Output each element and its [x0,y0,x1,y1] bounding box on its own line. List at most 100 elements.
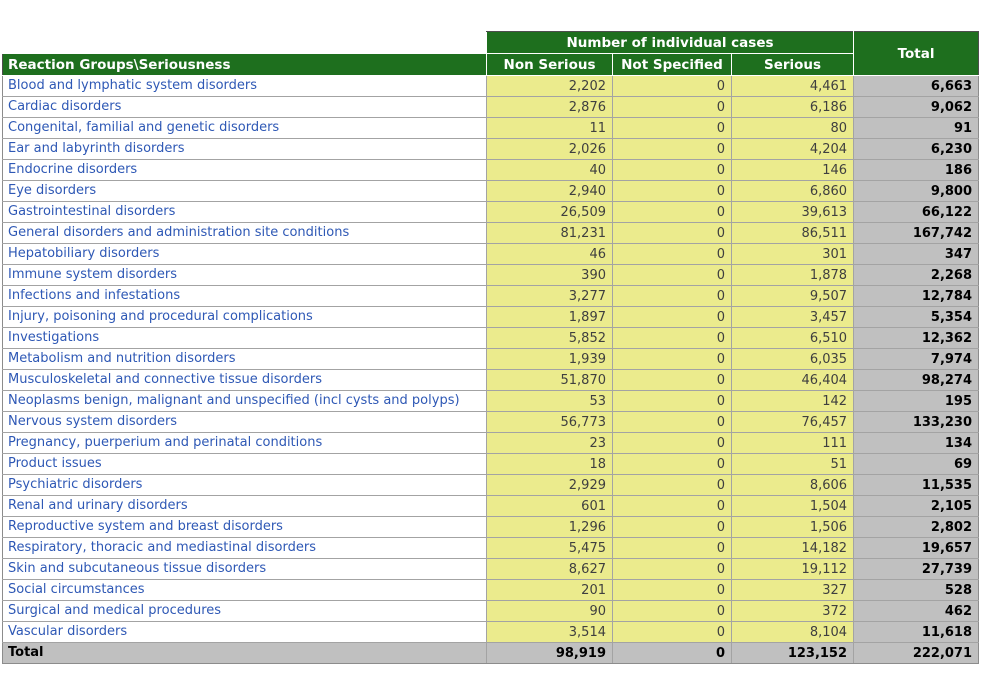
table-row: Surgical and medical procedures900372462 [3,601,979,622]
non-serious-cell: 23 [487,433,613,454]
not-specified-cell: 0 [613,244,732,265]
reaction-group-link[interactable]: Vascular disorders [3,622,487,643]
reaction-group-link[interactable]: Neoplasms benign, malignant and unspecif… [3,391,487,412]
non-serious-cell: 201 [487,580,613,601]
reaction-group-link[interactable]: Congenital, familial and genetic disorde… [3,118,487,139]
non-serious-cell: 2,940 [487,181,613,202]
table-row: Social circumstances2010327528 [3,580,979,601]
total-column-header: Total [854,32,979,76]
non-serious-cell: 2,929 [487,475,613,496]
reaction-group-link[interactable]: Pregnancy, puerperium and perinatal cond… [3,433,487,454]
reaction-group-link[interactable]: Metabolism and nutrition disorders [3,349,487,370]
not-specified-cell: 0 [613,118,732,139]
reaction-group-link[interactable]: Eye disorders [3,181,487,202]
serious-cell: 301 [732,244,854,265]
not-specified-cell: 0 [613,202,732,223]
table-row: Product issues1805169 [3,454,979,475]
serious-cell: 6,186 [732,97,854,118]
total-cell: 222,071 [854,643,979,664]
non-serious-cell: 40 [487,160,613,181]
non-serious-cell: 2,026 [487,139,613,160]
table-row: Psychiatric disorders2,92908,60611,535 [3,475,979,496]
reaction-group-link[interactable]: Cardiac disorders [3,97,487,118]
not-specified-cell: 0 [613,517,732,538]
not-specified-cell: 0 [613,538,732,559]
serious-cell: 3,457 [732,307,854,328]
non-serious-cell: 601 [487,496,613,517]
reaction-group-link[interactable]: Injury, poisoning and procedural complic… [3,307,487,328]
col-header-not-specified: Not Specified [613,54,732,76]
reaction-group-link[interactable]: Infections and infestations [3,286,487,307]
not-specified-cell: 0 [613,601,732,622]
total-cell: 167,742 [854,223,979,244]
col-header-non-serious: Non Serious [487,54,613,76]
reaction-group-link[interactable]: Ear and labyrinth disorders [3,139,487,160]
not-specified-cell: 0 [613,349,732,370]
non-serious-cell: 81,231 [487,223,613,244]
total-cell: 2,105 [854,496,979,517]
non-serious-cell: 5,852 [487,328,613,349]
reaction-group-link[interactable]: Immune system disorders [3,265,487,286]
total-cell: 186 [854,160,979,181]
reaction-group-link[interactable]: Investigations [3,328,487,349]
total-cell: 11,618 [854,622,979,643]
non-serious-cell: 18 [487,454,613,475]
reaction-group-link[interactable]: General disorders and administration sit… [3,223,487,244]
not-specified-cell: 0 [613,580,732,601]
total-cell: 9,062 [854,97,979,118]
serious-cell: 6,510 [732,328,854,349]
table-row: Congenital, familial and genetic disorde… [3,118,979,139]
reaction-group-link[interactable]: Respiratory, thoracic and mediastinal di… [3,538,487,559]
total-cell: 2,268 [854,265,979,286]
serious-cell: 111 [732,433,854,454]
non-serious-cell: 1,897 [487,307,613,328]
grand-total-label: Total [3,643,487,664]
not-specified-cell: 0 [613,454,732,475]
table-row: Investigations5,85206,51012,362 [3,328,979,349]
not-specified-cell: 0 [613,391,732,412]
not-specified-cell: 0 [613,307,732,328]
table-row: Pregnancy, puerperium and perinatal cond… [3,433,979,454]
table-row: Respiratory, thoracic and mediastinal di… [3,538,979,559]
table-row: Vascular disorders3,51408,10411,618 [3,622,979,643]
not-specified-cell: 0 [613,265,732,286]
reaction-group-link[interactable]: Gastrointestinal disorders [3,202,487,223]
serious-cell: 4,204 [732,139,854,160]
serious-cell: 86,511 [732,223,854,244]
reaction-group-link[interactable]: Social circumstances [3,580,487,601]
non-serious-cell: 5,475 [487,538,613,559]
reaction-group-link[interactable]: Hepatobiliary disorders [3,244,487,265]
reaction-group-link[interactable]: Product issues [3,454,487,475]
reaction-group-link[interactable]: Nervous system disorders [3,412,487,433]
not-specified-cell: 0 [613,412,732,433]
table-row: Reproductive system and breast disorders… [3,517,979,538]
serious-cell: 372 [732,601,854,622]
reaction-group-link[interactable]: Psychiatric disorders [3,475,487,496]
reaction-group-link[interactable]: Endocrine disorders [3,160,487,181]
reaction-group-link[interactable]: Skin and subcutaneous tissue disorders [3,559,487,580]
reaction-group-link[interactable]: Musculoskeletal and connective tissue di… [3,370,487,391]
reaction-group-link[interactable]: Surgical and medical procedures [3,601,487,622]
total-cell: 19,657 [854,538,979,559]
reaction-group-link[interactable]: Blood and lymphatic system disorders [3,76,487,97]
total-cell: 462 [854,601,979,622]
table-row: Eye disorders2,94006,8609,800 [3,181,979,202]
reaction-group-link[interactable]: Reproductive system and breast disorders [3,517,487,538]
total-cell: 6,230 [854,139,979,160]
total-cell: 27,739 [854,559,979,580]
total-cell: 2,802 [854,517,979,538]
serious-cell: 80 [732,118,854,139]
not-specified-cell: 0 [613,622,732,643]
column-header-row: Reaction Groups\Seriousness Non Serious … [3,54,979,76]
table-row: Neoplasms benign, malignant and unspecif… [3,391,979,412]
not-specified-cell: 0 [613,97,732,118]
not-specified-cell: 0 [613,370,732,391]
not-specified-cell: 0 [613,286,732,307]
total-cell: 9,800 [854,181,979,202]
serious-cell: 146 [732,160,854,181]
reaction-group-link[interactable]: Renal and urinary disorders [3,496,487,517]
table-row: Cardiac disorders2,87606,1869,062 [3,97,979,118]
total-cell: 347 [854,244,979,265]
table-row: Hepatobiliary disorders460301347 [3,244,979,265]
table-row: Skin and subcutaneous tissue disorders8,… [3,559,979,580]
